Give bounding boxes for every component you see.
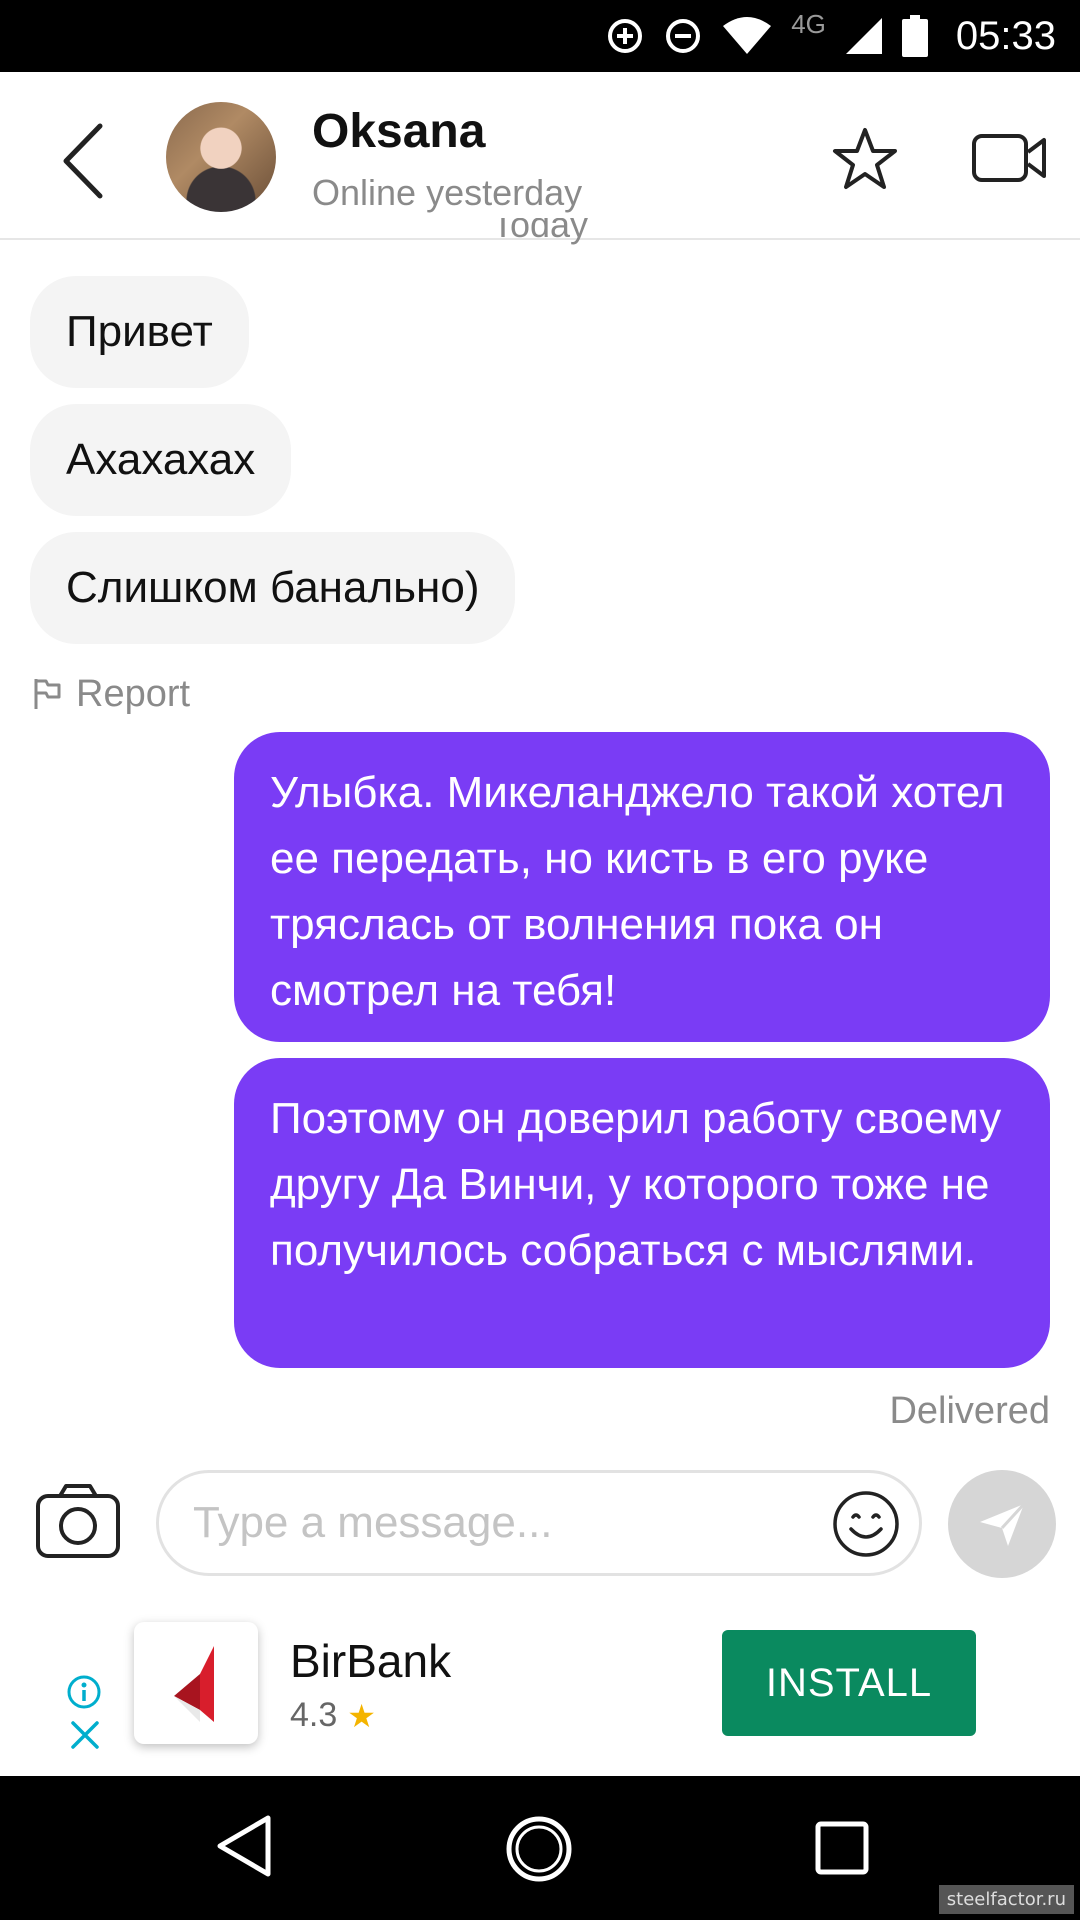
video-call-button[interactable] — [970, 128, 1050, 188]
outgoing-message[interactable]: Улыбка. Микеланджело такой хотел ее пере… — [234, 732, 1050, 1042]
ad-app-logo[interactable] — [134, 1622, 258, 1744]
chat-header: Oksana Online yesterday — [0, 72, 1080, 240]
message-text: Поэтому он доверил работу своему другу Д… — [270, 1094, 1002, 1275]
outgoing-message[interactable]: Поэтому он доверил работу своему другу Д… — [234, 1058, 1050, 1368]
incoming-message[interactable]: Привет — [30, 276, 249, 388]
date-separator: Today — [0, 218, 1080, 248]
star-icon — [833, 128, 897, 189]
nav-back-button[interactable] — [214, 1812, 274, 1880]
report-label: Report — [76, 672, 191, 715]
watermark: steelfactor.ru — [938, 1885, 1074, 1914]
contact-name[interactable]: Oksana — [312, 104, 485, 159]
do-not-disturb-icon — [666, 19, 701, 53]
nav-home-icon — [506, 1816, 572, 1882]
message-text: Улыбка. Микеланджело такой хотел ее пере… — [270, 768, 1005, 1015]
message-input[interactable] — [193, 1473, 793, 1573]
report-button[interactable]: Report — [32, 672, 190, 716]
camera-icon — [36, 1484, 120, 1558]
info-icon — [67, 1675, 101, 1709]
favorite-button[interactable] — [830, 124, 900, 194]
battery-icon — [901, 15, 928, 57]
message-text: Ахахахах — [66, 435, 256, 484]
incoming-message[interactable]: Ахахахах — [30, 404, 292, 516]
send-icon — [980, 1502, 1026, 1546]
back-button[interactable] — [50, 116, 120, 206]
camera-button[interactable] — [34, 1480, 122, 1560]
rating-star-icon: ★ — [347, 1697, 376, 1734]
flag-icon — [34, 679, 61, 709]
incoming-message[interactable]: Слишком банально) — [30, 532, 516, 644]
avatar[interactable] — [166, 102, 276, 212]
message-text: Привет — [66, 307, 213, 356]
message-input-container — [156, 1470, 922, 1576]
nav-home-button[interactable] — [504, 1814, 574, 1884]
birbank-logo-icon — [174, 1646, 214, 1722]
ad-close-button[interactable] — [68, 1718, 102, 1752]
date-separator-label: Today — [491, 218, 589, 245]
emoji-button[interactable] — [831, 1489, 901, 1559]
data-saver-icon — [608, 19, 643, 53]
clock: 05:33 — [955, 13, 1056, 58]
cell-signal-icon — [845, 18, 882, 54]
nav-back-icon — [217, 1815, 271, 1877]
message-text: Слишком банально) — [66, 563, 480, 612]
video-camera-icon — [972, 134, 1046, 182]
ad-app-name[interactable]: BirBank — [290, 1634, 451, 1688]
ad-rating: 4.3 ★ — [290, 1696, 376, 1735]
ad-info-button[interactable] — [66, 1674, 102, 1710]
network-type-label: 4G — [791, 8, 826, 39]
close-icon — [71, 1721, 99, 1749]
status-bar: 4G 05:33 — [0, 0, 1080, 72]
delivery-status: Delivered — [889, 1390, 1050, 1432]
back-arrow-icon — [63, 123, 103, 199]
ad-rating-value: 4.3 — [290, 1696, 338, 1734]
contact-status: Online yesterday — [312, 172, 583, 213]
nav-recents-button[interactable] — [814, 1820, 870, 1876]
install-button[interactable]: INSTALL — [722, 1630, 976, 1736]
smiley-icon — [833, 1491, 899, 1557]
system-navigation-bar: steelfactor.ru — [0, 1776, 1080, 1920]
ad-banner: BirBank 4.3 ★ INSTALL — [0, 1600, 1080, 1776]
wifi-icon — [723, 17, 772, 54]
send-button[interactable] — [948, 1470, 1056, 1578]
nav-recents-icon — [815, 1821, 869, 1875]
